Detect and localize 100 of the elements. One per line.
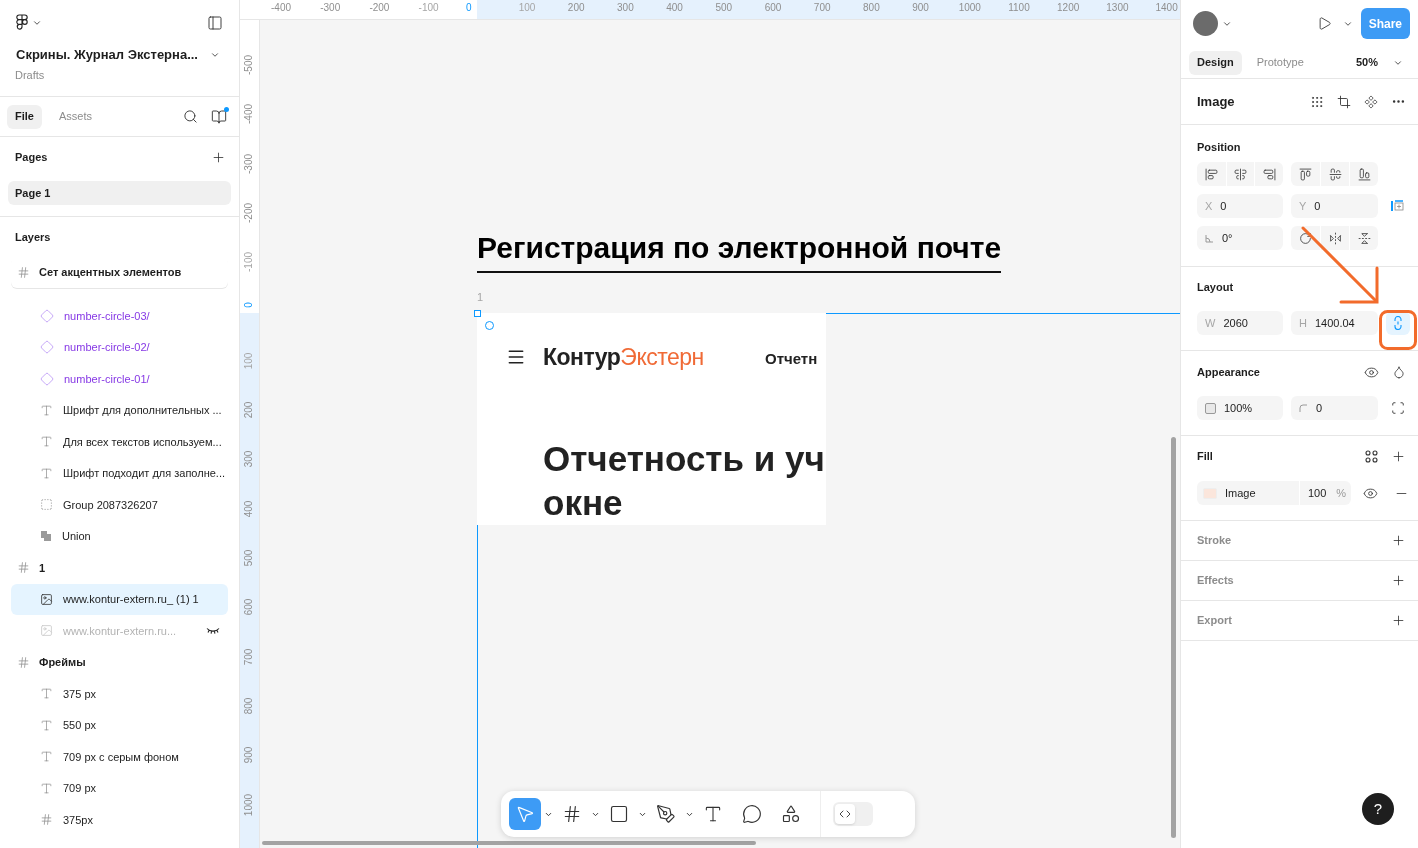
zoom-level[interactable]: 50% — [1355, 54, 1378, 71]
selection-handle[interactable] — [474, 310, 481, 317]
add-icon[interactable] — [1391, 533, 1406, 548]
diamond-icon — [40, 371, 54, 386]
ruler-label: 100 — [518, 3, 536, 13]
ruler-label: 500 — [715, 3, 733, 13]
add-icon[interactable] — [211, 149, 226, 165]
layer-row[interactable]: Шрифт для дополнительных ... — [11, 394, 228, 426]
logo-text: Экстерн — [620, 343, 704, 371]
input-field[interactable]: 100% — [1197, 396, 1283, 420]
chevron-down-icon[interactable] — [210, 50, 220, 60]
styles-icon[interactable] — [1365, 449, 1378, 463]
layer-row[interactable]: 1 — [11, 552, 228, 584]
avatar[interactable] — [1193, 11, 1218, 36]
canvas-heading: Регистрация по электронной почте — [477, 231, 1002, 273]
layer-row[interactable]: Group 2087326207 — [11, 489, 228, 521]
library-icon[interactable] — [211, 108, 227, 125]
fill-row[interactable]: Image 100 % — [1197, 481, 1351, 505]
input-field[interactable]: X 0 — [1197, 194, 1283, 218]
component-icon[interactable] — [1364, 94, 1378, 109]
layer-row[interactable]: 375px — [11, 804, 228, 836]
ruler-label: 1200 — [1057, 3, 1080, 13]
layer-row[interactable]: number-circle-01/ — [11, 363, 228, 395]
ruler-label: 900 — [244, 746, 254, 764]
select-matching-icon[interactable] — [1310, 94, 1324, 109]
fill-opacity: 100 — [1308, 485, 1327, 501]
layer-row[interactable]: Шрифт подходит для заполне... — [11, 457, 228, 489]
add-icon[interactable] — [1391, 613, 1406, 628]
field-value: 0 — [1316, 400, 1323, 416]
layer-row[interactable]: 550 px — [11, 709, 228, 741]
panel-tab[interactable]: File — [7, 104, 42, 129]
frame-label: 1 — [477, 292, 484, 303]
corners-icon[interactable] — [1391, 401, 1405, 415]
hash-icon — [17, 265, 30, 279]
ruler-label: 1000 — [244, 793, 254, 816]
image-icon — [40, 624, 53, 638]
ruler-label: 0 — [466, 3, 472, 13]
input-field[interactable]: W 2060 — [1197, 311, 1283, 335]
eye-icon[interactable] — [1362, 485, 1378, 501]
pen-icon — [656, 804, 676, 824]
layer-row[interactable]: 709 px с серым фоном — [11, 741, 228, 773]
section-heading: Appearance — [1197, 364, 1260, 380]
drop-icon[interactable] — [1392, 365, 1406, 379]
add-icon[interactable] — [1391, 573, 1406, 588]
app-logo-icon[interactable] — [16, 14, 28, 31]
headline: Отчетность и уч окне — [543, 438, 825, 524]
ruler-label: -200 — [244, 202, 254, 223]
layer-row[interactable]: 709 px — [11, 772, 228, 804]
sidebar-toggle-icon[interactable] — [206, 14, 224, 31]
add-icon[interactable] — [1391, 448, 1406, 464]
aspect-lock-button[interactable] — [1386, 311, 1410, 335]
angle-icon — [1205, 233, 1214, 243]
eye-icon[interactable] — [1364, 364, 1379, 380]
help-button[interactable]: ? — [1362, 793, 1394, 825]
vertical-scrollbar[interactable] — [1171, 437, 1176, 838]
file-title[interactable]: Скрины. Журнал Экстерна... — [16, 45, 198, 65]
corner-radius-icon — [1299, 403, 1308, 413]
input-field[interactable]: Y 0 — [1291, 194, 1378, 218]
layer-row[interactable]: number-circle-02/ — [11, 331, 228, 363]
ruler-label: 700 — [244, 648, 254, 665]
ruler-label: 1300 — [1106, 3, 1129, 13]
layer-type-title: Image — [1197, 92, 1235, 111]
search-icon[interactable] — [183, 109, 198, 124]
crop-icon[interactable] — [1337, 94, 1351, 109]
layer-name: 375 px — [63, 686, 97, 702]
play-icon[interactable] — [1316, 16, 1332, 31]
dev-mode-toggle[interactable] — [833, 802, 873, 826]
field-label: X — [1205, 198, 1213, 214]
text-icon — [703, 804, 723, 824]
ruler-label: 200 — [567, 3, 585, 13]
shapes-icon — [781, 804, 801, 824]
panel-tab[interactable]: Prototype — [1248, 50, 1312, 75]
eye-closed-icon[interactable] — [206, 626, 220, 635]
horizontal-scrollbar[interactable] — [262, 841, 756, 845]
ruler-label: 500 — [244, 549, 254, 567]
panel-tab[interactable]: Assets — [50, 104, 100, 129]
input-field[interactable]: 0° — [1197, 226, 1283, 250]
hash-icon — [17, 561, 30, 575]
layer-row[interactable]: Для всех текстов используем... — [11, 426, 228, 458]
layer-name: Шрифт подходит для заполне... — [63, 466, 226, 481]
layer-name: 375px — [63, 812, 93, 828]
ruler-label: -400 — [271, 3, 291, 13]
layer-row[interactable]: www.kontur-extern.ru_ (1) 1 — [11, 583, 228, 615]
field-value: 2060 — [1223, 315, 1248, 331]
page-item[interactable]: Page 1 — [8, 181, 231, 205]
layer-name: 709 px с серым фоном — [63, 749, 179, 765]
ruler-label: 300 — [617, 3, 634, 13]
layer-row[interactable]: number-circle-03/ — [11, 300, 228, 332]
constraints-icon[interactable] — [1390, 199, 1406, 213]
input-field[interactable]: 0 — [1291, 396, 1378, 420]
panel-tab[interactable]: Design — [1189, 50, 1242, 75]
layer-row[interactable]: 375 px — [11, 678, 228, 710]
layer-row[interactable]: Union — [11, 520, 228, 552]
layer-row[interactable]: Сет акцентных элементов — [11, 256, 228, 288]
code-icon — [839, 808, 851, 820]
input-field[interactable]: H 1400.04 — [1291, 311, 1378, 335]
ruler-label: 1000 — [958, 3, 981, 13]
layer-name: www.kontur-extern.ru_ (1) 1 — [63, 592, 199, 607]
hash-icon — [562, 804, 582, 824]
layer-row[interactable]: Фреймы — [11, 646, 228, 678]
